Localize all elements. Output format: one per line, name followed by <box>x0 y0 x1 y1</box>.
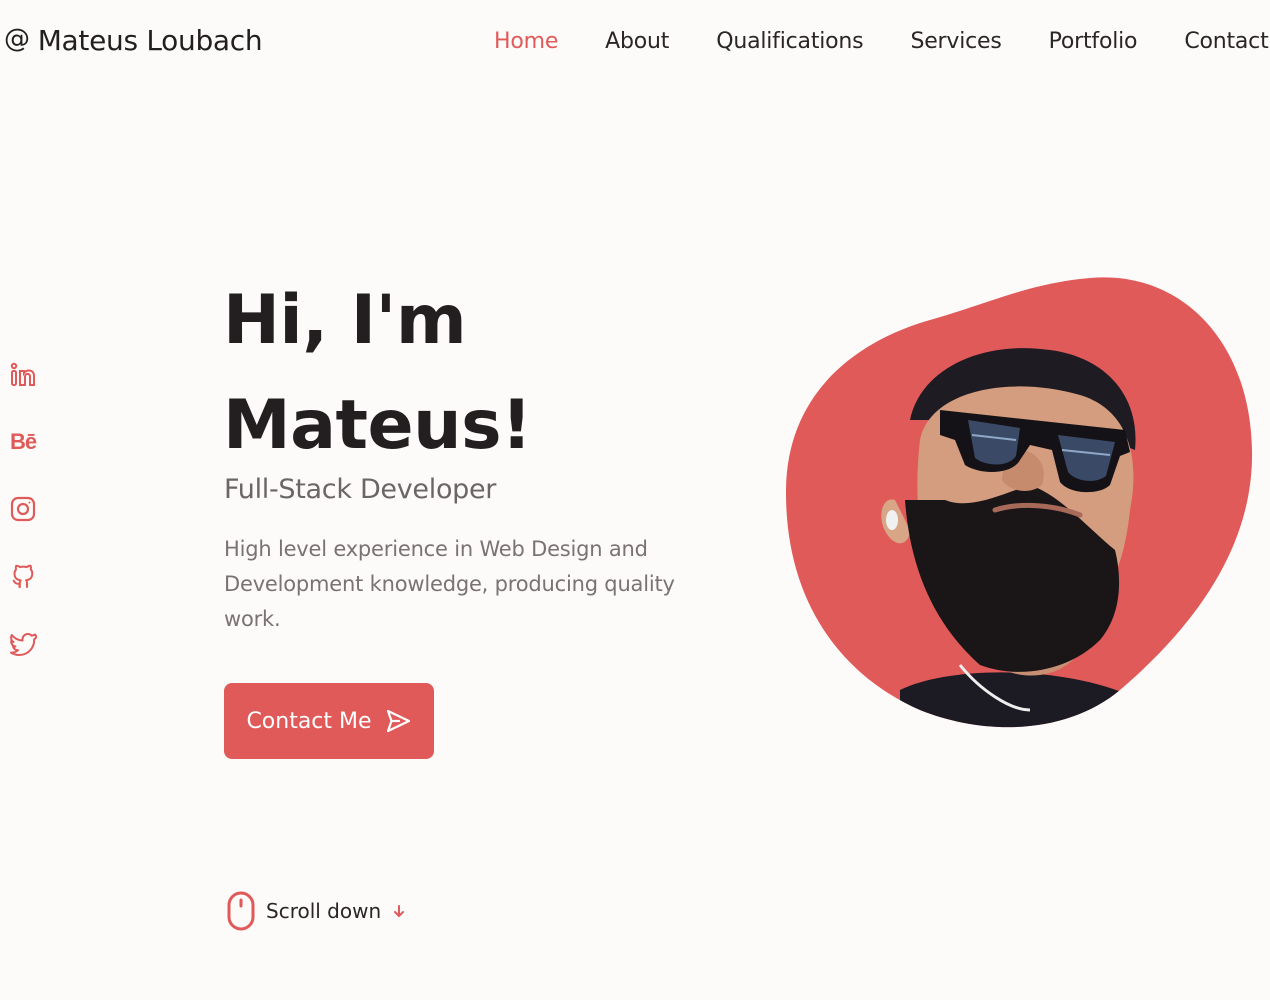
nav-item-portfolio[interactable]: Portfolio <box>1049 29 1138 54</box>
nav-item-services[interactable]: Services <box>910 29 1001 54</box>
top-navbar: @ Mateus Loubach Home About Qualificatio… <box>0 0 1270 88</box>
behance-glyph: Bē <box>9 429 37 454</box>
brand-logo[interactable]: @ Mateus Loubach <box>4 23 263 58</box>
social-links: Bē <box>8 360 40 695</box>
hero-title-line1: Hi, I'm <box>223 281 467 360</box>
nav-item-about[interactable]: About <box>605 29 669 54</box>
nav-item-qualifications[interactable]: Qualifications <box>716 29 863 54</box>
profile-image-blob <box>780 270 1260 740</box>
scroll-down-label: Scroll down <box>266 899 382 923</box>
linkedin-icon[interactable] <box>8 360 38 390</box>
hero-title: Hi, I'm Mateus! <box>223 268 532 478</box>
hero-description: High level experience in Web Design and … <box>224 537 675 631</box>
twitter-icon[interactable] <box>8 628 38 658</box>
scroll-down-link[interactable]: Scroll down <box>226 890 407 932</box>
behance-icon[interactable]: Bē <box>8 427 38 457</box>
mouse-icon <box>226 890 256 932</box>
nav-item-contact[interactable]: Contact <box>1184 29 1268 54</box>
hero-title-line2: Mateus! <box>223 386 532 465</box>
contact-me-label: Contact Me <box>246 708 372 734</box>
send-icon <box>384 707 412 735</box>
main-nav: Home About Qualifications Services Portf… <box>494 29 1270 54</box>
contact-me-button[interactable]: Contact Me <box>224 683 434 759</box>
instagram-icon[interactable] <box>8 494 38 524</box>
brand-at-symbol: @ <box>4 23 30 54</box>
arrow-down-icon <box>391 903 407 919</box>
nav-item-home[interactable]: Home <box>494 29 558 54</box>
github-icon[interactable] <box>8 561 38 591</box>
brand-name: Mateus Loubach <box>37 24 263 57</box>
hero-subtitle: Full-Stack Developer <box>224 474 497 505</box>
profile-photo <box>785 277 1253 728</box>
